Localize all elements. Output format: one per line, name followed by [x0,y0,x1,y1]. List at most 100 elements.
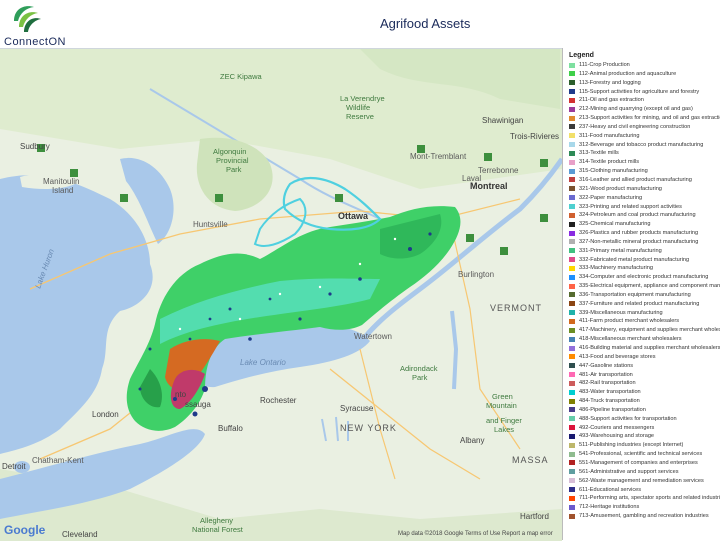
map-label-algonquin: Algonquin [213,147,246,156]
map-label-london: London [92,410,119,419]
connecton-logo: ConnectON [4,2,90,48]
legend-item-label: 327-Non-metallic mineral product manufac… [579,238,699,245]
legend-swatch [569,336,575,342]
legend-swatch [569,204,575,209]
legend-swatch [569,168,575,174]
legend-item: 486-Pipeline transportation [563,406,720,415]
map-label-shawinigan: Shawinigan [482,116,523,125]
legend-item-label: 611-Educational services [579,486,642,493]
legend-item-label: 541-Professional, scientific and technic… [579,451,703,458]
legend-swatch [569,416,575,422]
legend-swatch [569,257,575,263]
map-label-hartford: Hartford [520,512,549,521]
legend-item: 322-Paper manufacturing [563,194,720,203]
legend-swatch [569,274,575,280]
map-label-verendrye3: Reserve [346,112,374,121]
legend-swatch [569,504,575,510]
legend-item: 334-Computer and electronic product manu… [563,273,720,282]
legend-item: 311-Food manufacturing [563,132,720,141]
legend-item: 337-Furniture and related product manufa… [563,300,720,309]
legend-swatch [569,495,575,501]
legend-swatch [569,354,575,360]
legend-panel: Legend 111-Crop Production 112-Animal pro… [562,48,720,540]
map-label-verendrye: La Verendrye [340,94,385,103]
legend-swatch [569,442,575,448]
legend-swatch [569,62,575,68]
legend-swatch [569,433,575,439]
legend-item-label: 713-Amusement, gambling and recreation i… [579,513,709,520]
map-label-manitoulin: Manitoulin [43,177,79,186]
legend-item: 482-Rail transportation [563,379,720,388]
legend-item-label: 417-Machinery, equipment and supplies me… [579,327,720,334]
map-label-laval: Laval [462,174,481,183]
legend-item-label: 418-Miscellaneous merchant wholesalers [579,336,682,343]
legend-swatch [569,106,575,112]
legend-swatch [569,345,575,351]
legend-item: 331-Primary metal manufacturing [563,247,720,256]
map-attribution[interactable]: Map data ©2018 Google Terms of Use Repor… [398,531,553,537]
map-label-rochester: Rochester [260,396,297,405]
legend-item-label: 331-Primary metal manufacturing [579,247,662,254]
legend-item: 312-Beverage and tobacco product manufac… [563,141,720,150]
map-label-buffalo: Buffalo [218,424,243,433]
legend-swatch [569,451,575,457]
legend-swatch [569,212,575,218]
legend-item: 611-Educational services [563,486,720,495]
legend-item-label: 335-Electrical equipment, appliance and … [579,283,720,290]
legend-swatch [569,89,575,95]
legend-item: 411-Farm product merchant wholesalers [563,317,720,326]
legend-swatch [569,80,575,86]
map-label-lake-ontario: Lake Ontario [240,358,286,367]
legend-swatch [569,283,575,289]
map-label-algonquin3: Park [226,165,242,174]
legend-item-label: 211-Oil and gas extraction [579,97,644,104]
map-view[interactable]: ZEC Kipawa La Verendrye Wildlife Reserve… [0,48,562,541]
legend-item-label: 562-Waste management and remediation ser… [579,477,704,484]
legend-item: 323-Printing and related support activit… [563,203,720,212]
legend-item-label: 314-Textile product mills [579,159,640,166]
map-label-burlington: Burlington [458,270,494,279]
legend-swatch [569,469,575,475]
legend-item: 327-Non-metallic mineral product manufac… [563,238,720,247]
legend-item-label: 551-Management of companies and enterpri… [579,459,698,466]
legend-swatch [569,159,575,165]
legend-swatch [569,239,575,245]
legend-item: 314-Textile product mills [563,158,720,167]
legend-item: 325-Chemical manufacturing [563,220,720,229]
map-label-green4: Lakes [494,425,514,434]
map-label-green2: Mountain [486,401,517,410]
legend-swatch [569,425,575,431]
map-label-mississauga: ssauga [185,400,211,409]
legend-item-label: 111-Crop Production [579,62,630,68]
legend-item-label: 325-Chemical manufacturing [579,221,651,228]
map-label-trois: Trois-Rivieres [510,132,559,141]
map-canvas[interactable]: ZEC Kipawa La Verendrye Wildlife Reserve… [0,49,562,541]
legend-item-label: 337-Furniture and related product manufa… [579,300,700,307]
legend-item-label: 411-Farm product merchant wholesalers [579,318,680,325]
legend-item-label: 481-Air transportation [579,371,633,378]
legend-swatch [569,142,575,148]
legend-swatch [569,407,575,413]
legend-item: 112-Animal production and aquaculture [563,70,720,79]
map-label-cleveland: Cleveland [62,530,98,539]
legend-item: 488-Support activities for transportatio… [563,415,720,424]
legend-item-label: 321-Wood product manufacturing [579,185,662,192]
legend-item-label: 492-Couriers and messengers [579,424,655,431]
legend-item: 326-Plastics and rubber products manufac… [563,229,720,238]
legend-item-label: 333-Machinery manufacturing [579,265,653,272]
legend-item-label: 212-Mining and quarrying (except oil and… [579,106,693,113]
map-label-manitoulin2: Island [52,186,73,195]
legend-item-label: 316-Leather and allied product manufactu… [579,176,692,183]
legend-swatch [569,380,575,386]
legend-swatch [569,186,575,192]
map-label-terrebonne: Terrebonne [478,166,519,175]
legend-item: 562-Waste management and remediation ser… [563,477,720,486]
legend-item-label: 712-Heritage institutions [579,504,640,511]
legend-title: Legend [569,52,594,59]
legend-item-label: 336-Transportation equipment manufacturi… [579,291,691,298]
map-label-new-york: NEW YORK [340,423,397,433]
page-title: Agrifood Assets [380,16,471,31]
legend-item: 237-Heavy and civil engineering construc… [563,123,720,132]
legend-item-label: 482-Rail transportation [579,380,636,387]
legend-item: 481-Air transportation [563,371,720,380]
